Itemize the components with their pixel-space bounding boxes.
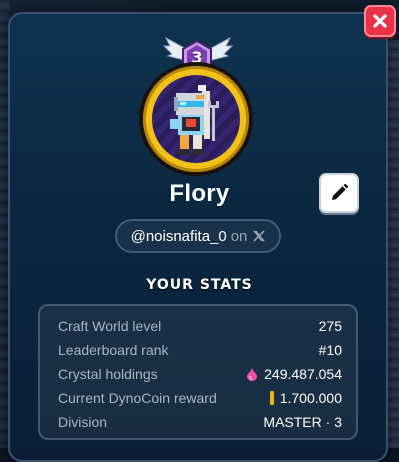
stat-value-text: 275 <box>318 318 342 334</box>
stat-value: #10 <box>319 342 342 358</box>
stat-value: MASTER · 3 <box>263 414 342 430</box>
stat-label: Crystal holdings <box>58 366 158 382</box>
social-handle-on-label: on <box>230 227 248 245</box>
stat-label: Leaderboard rank <box>58 342 169 358</box>
stat-label: Division <box>58 414 108 430</box>
stats-card: Craft World level 275 Leaderboard rank #… <box>38 304 358 440</box>
edit-profile-button[interactable] <box>319 173 359 213</box>
social-handle-pill[interactable]: @noisnafita_0 on <box>115 219 281 253</box>
x-logo-icon <box>253 230 265 242</box>
stat-row-craft-world-level: Craft World level 275 <box>58 316 342 336</box>
close-icon <box>373 14 387 28</box>
avatar-section: 3 <box>140 26 256 172</box>
stat-value-text: MASTER · 3 <box>263 414 342 430</box>
dynocoin-icon <box>269 391 274 405</box>
stat-label: Craft World level <box>58 318 162 334</box>
stat-value: 1.700.000 <box>269 390 342 406</box>
stat-row-division: Division MASTER · 3 <box>58 412 342 432</box>
background-scenery-right <box>387 40 399 448</box>
stat-value: 275 <box>319 318 342 334</box>
social-handle: @noisnafita_0 <box>130 227 227 245</box>
stat-row-leaderboard-rank: Leaderboard rank #10 <box>58 340 342 360</box>
close-button[interactable] <box>364 5 396 37</box>
stat-label: Current DynoCoin reward <box>58 390 217 406</box>
stat-value-text: 249.487.054 <box>264 366 342 382</box>
stat-row-dynocoin-reward: Current DynoCoin reward 1.700.000 <box>58 388 342 408</box>
knight-character-icon <box>170 85 219 155</box>
level-number: 3 <box>191 48 203 67</box>
pencil-icon <box>332 183 349 200</box>
stat-row-crystal-holdings: Crystal holdings 249.487.054 <box>58 364 342 384</box>
stat-value-text: 1.700.000 <box>279 390 342 406</box>
stats-section-title: YOUR STATS <box>146 277 253 293</box>
stat-value: 249.487.054 <box>246 366 342 382</box>
crystal-icon <box>247 367 258 381</box>
avatar <box>152 75 240 163</box>
stat-value-text: #10 <box>318 342 342 358</box>
